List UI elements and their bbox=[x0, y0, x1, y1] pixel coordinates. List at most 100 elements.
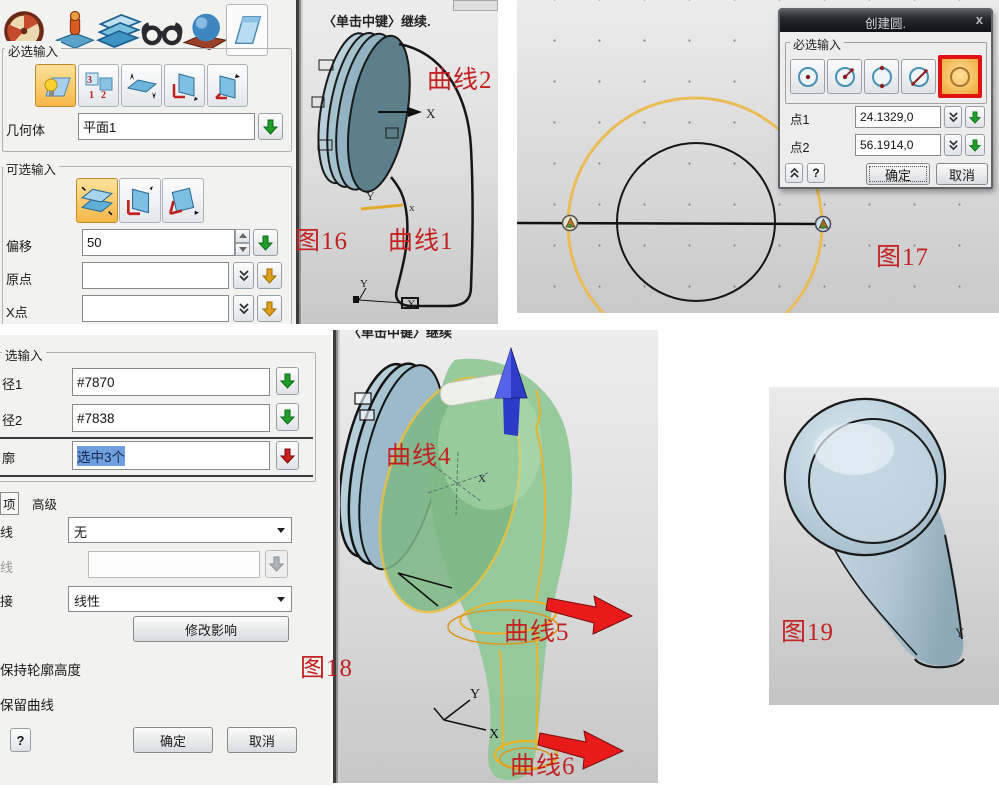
viewport16-scene: X Y x Y X bbox=[303, 0, 498, 324]
point2-input[interactable] bbox=[855, 134, 941, 156]
origin-input[interactable] bbox=[82, 262, 229, 289]
plane-normal-icon[interactable] bbox=[119, 178, 161, 223]
xpoint-expand-button[interactable] bbox=[233, 295, 254, 322]
curve5-label: 曲线5 bbox=[504, 612, 570, 648]
svg-text:2: 2 bbox=[101, 90, 106, 101]
transition-dropdown[interactable]: 线性 bbox=[68, 586, 292, 612]
active-row-line-bottom bbox=[0, 475, 313, 477]
plane-bulb-icon[interactable] bbox=[35, 64, 76, 107]
point1-expand-button[interactable] bbox=[944, 106, 962, 128]
plane-flip-icon[interactable] bbox=[121, 64, 162, 107]
spine-label: 线 bbox=[0, 522, 13, 541]
sweep-cancel-button[interactable]: 取消 bbox=[227, 727, 297, 753]
circle-2-points-icon[interactable] bbox=[901, 59, 936, 94]
axis-y-label: Y bbox=[366, 189, 375, 203]
offset-spinner[interactable] bbox=[235, 229, 250, 256]
collapse-dialog-button[interactable] bbox=[785, 163, 803, 183]
origin-label: 原点 bbox=[6, 269, 32, 288]
dialog-titlebar[interactable]: 创建圆. x bbox=[780, 10, 991, 32]
rail1-input[interactable] bbox=[72, 368, 270, 396]
point1-input[interactable] bbox=[855, 106, 941, 128]
geometry-apply-button[interactable] bbox=[258, 113, 283, 140]
guide-label: 线 bbox=[0, 557, 13, 576]
chevron-down-icon bbox=[277, 528, 285, 533]
viewport18-separator bbox=[333, 330, 340, 783]
sweep-ok-button[interactable]: 确定 bbox=[133, 727, 213, 753]
help-button[interactable]: ? bbox=[807, 163, 825, 183]
chevron-down-icon bbox=[277, 597, 285, 602]
point2-apply-button[interactable] bbox=[965, 134, 985, 156]
curve1-label: 曲线1 bbox=[388, 221, 454, 257]
svg-text:1: 1 bbox=[89, 90, 94, 101]
viewport18-scene: X Y X bbox=[340, 330, 658, 783]
point2-marker bbox=[816, 217, 831, 232]
xpoint-label: X点 bbox=[6, 302, 28, 321]
point1-apply-button[interactable] bbox=[965, 106, 985, 128]
point1-marker bbox=[563, 216, 578, 231]
sweep-group-title: 选输入 bbox=[2, 345, 46, 364]
rail2-label: 径2 bbox=[2, 410, 22, 429]
rail2-apply-button[interactable] bbox=[276, 403, 299, 431]
point2-expand-button[interactable] bbox=[944, 134, 962, 156]
offset-plane-icon[interactable] bbox=[76, 178, 118, 223]
viewport19-scene: Y bbox=[769, 387, 999, 705]
ok-button[interactable]: 确定 bbox=[866, 163, 930, 185]
tab-advanced[interactable]: 高级 bbox=[30, 493, 59, 514]
origin-apply-button[interactable] bbox=[257, 262, 282, 289]
viewport-18[interactable]: 〈单击中键〉继续 X bbox=[340, 330, 658, 783]
star-x-label: X bbox=[478, 473, 486, 485]
fig16-label: 图16 bbox=[295, 221, 348, 257]
create-circle-dialog: 创建圆. x 必选输入 点1 点2 ? 确定 取消 bbox=[778, 8, 993, 189]
dialog-group-title: 必选输入 bbox=[790, 36, 844, 53]
sweep-options-panel: 选输入 径1 径2 廓 选中3个 项 高级 线 无 线 接 线性 修改影响 保持… bbox=[0, 335, 332, 785]
axis-x-label: X bbox=[426, 106, 436, 121]
plane-axis-1-icon[interactable] bbox=[164, 64, 205, 107]
rail1-label: 径1 bbox=[2, 374, 22, 393]
active-row-line-top bbox=[0, 437, 313, 439]
sweep-help-button[interactable]: ? bbox=[10, 728, 31, 752]
plane-312-icon[interactable]: 3 12 bbox=[78, 64, 119, 107]
profile-input[interactable]: 选中3个 bbox=[72, 441, 270, 470]
close-icon[interactable]: x bbox=[976, 12, 983, 27]
clipped-tooltip: 〈单击中键〉继续 bbox=[348, 330, 452, 341]
curve6-label: 曲线6 bbox=[510, 746, 576, 782]
viewport16-separator bbox=[296, 0, 303, 324]
optional-group-title: 可选输入 bbox=[3, 159, 59, 178]
offset-label: 偏移 bbox=[6, 236, 32, 255]
profile-remove-button[interactable] bbox=[276, 441, 299, 470]
spine-value: 无 bbox=[74, 522, 87, 541]
middle-click-tooltip: 〈单击中键〉继续. bbox=[323, 11, 431, 30]
clipped-ui-fragment bbox=[453, 0, 498, 11]
modify-influence-button[interactable]: 修改影响 bbox=[133, 616, 289, 642]
profile-selected-text: 选中3个 bbox=[77, 446, 125, 466]
offset-apply-button[interactable] bbox=[253, 229, 278, 256]
cancel-button[interactable]: 取消 bbox=[936, 163, 988, 185]
rail2-input[interactable] bbox=[72, 404, 270, 432]
circle-diameter-icon[interactable] bbox=[864, 59, 899, 94]
keep-height-option[interactable]: 保持轮廓高度 bbox=[0, 659, 81, 679]
triad-y-label: Y bbox=[360, 278, 368, 290]
plane-axis-2-icon[interactable] bbox=[207, 64, 248, 107]
origin-expand-button[interactable] bbox=[233, 262, 254, 289]
offset-input[interactable] bbox=[82, 229, 235, 256]
transition-label: 接 bbox=[0, 591, 13, 610]
rail1-apply-button[interactable] bbox=[276, 367, 299, 395]
triad18-x-label: X bbox=[489, 727, 499, 742]
xpoint-input[interactable] bbox=[82, 295, 229, 322]
circle-3-points-icon[interactable] bbox=[938, 55, 982, 98]
circle-center-radius-icon[interactable] bbox=[827, 59, 862, 94]
xpoint-apply-button[interactable] bbox=[257, 295, 282, 322]
required-group-title: 必选输入 bbox=[5, 41, 61, 60]
keep-curves-option[interactable]: 保留曲线 bbox=[0, 694, 54, 714]
plane-angle-icon[interactable] bbox=[162, 178, 204, 223]
viewport-16[interactable]: 〈单击中键〉继续. X Y x Y X bbox=[303, 0, 498, 324]
tab-basic[interactable]: 项 bbox=[0, 492, 19, 515]
fig17-label: 图17 bbox=[876, 237, 929, 273]
circle-center-icon[interactable] bbox=[790, 59, 825, 94]
point1-label: 点1 bbox=[790, 109, 809, 128]
geometry-input[interactable] bbox=[78, 113, 255, 140]
svg-text:3: 3 bbox=[87, 75, 92, 86]
viewport-19: Y bbox=[769, 387, 999, 705]
plane-options-panel: 必选输入 312 几何体 可选输入 偏移 原点 X点 bbox=[0, 0, 296, 324]
spine-dropdown[interactable]: 无 bbox=[68, 517, 292, 543]
